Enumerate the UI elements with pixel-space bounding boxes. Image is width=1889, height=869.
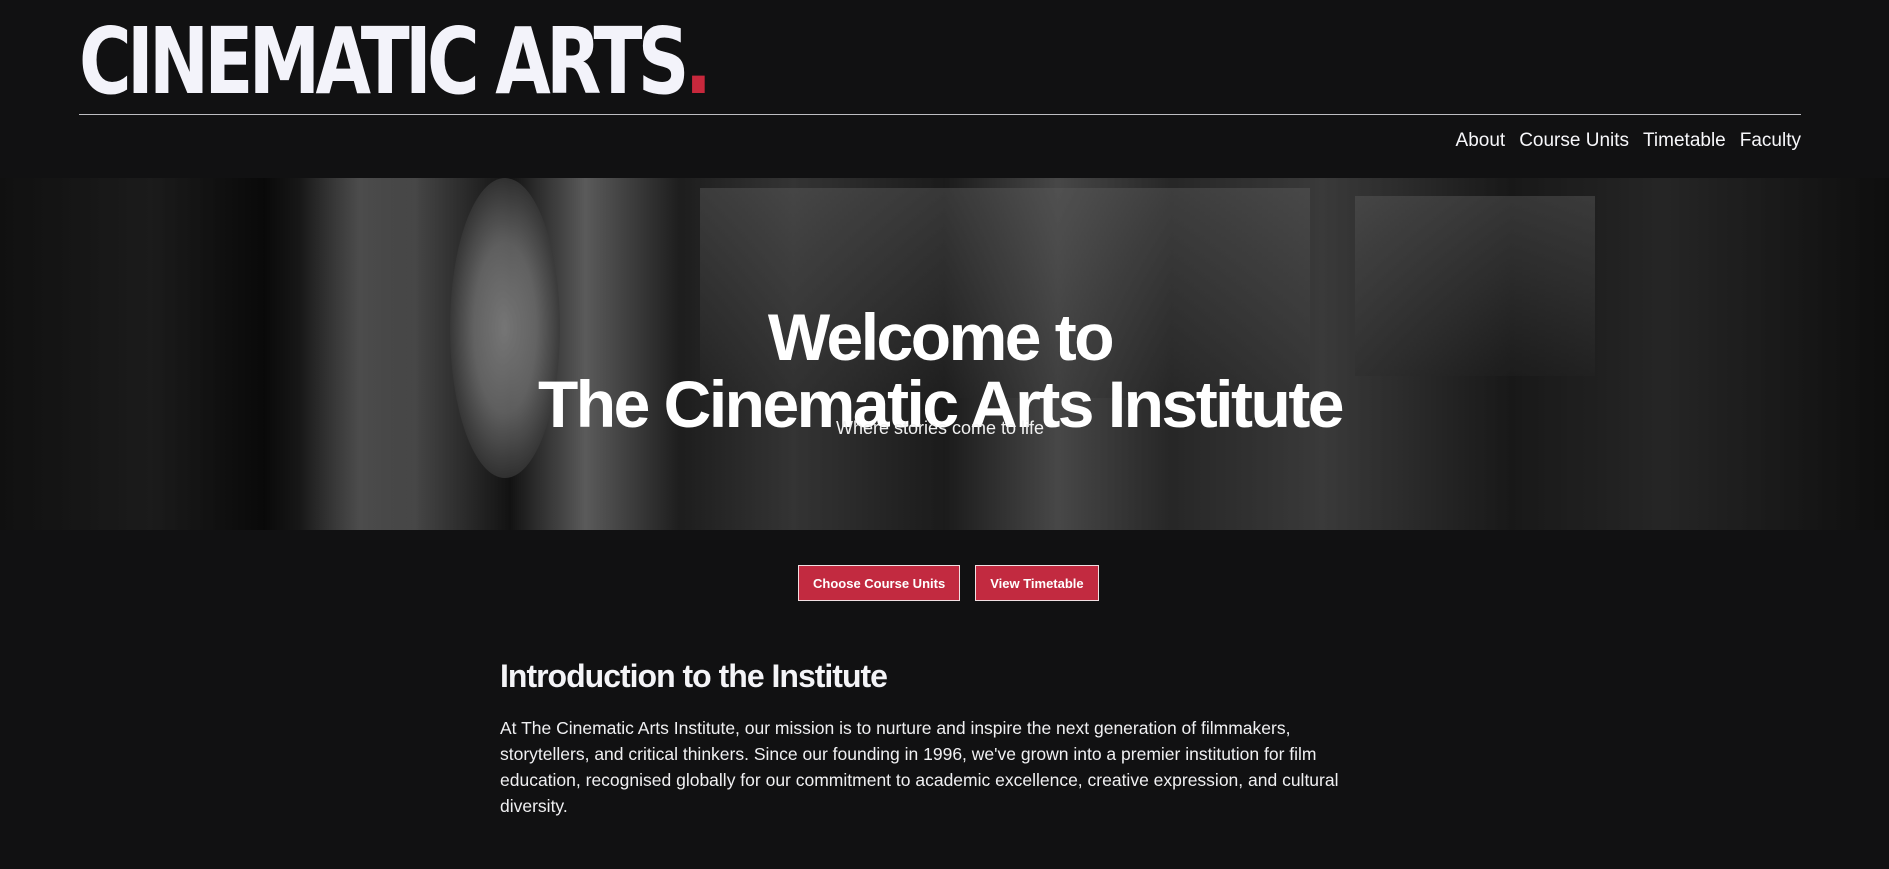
hero-subtitle: Where stories come to life [835, 418, 1045, 438]
intro-section: Introduction to the Institute At The Cin… [500, 658, 1370, 819]
hero-title-line-1: Welcome to [767, 300, 1115, 375]
nav-course-units[interactable]: Course Units [1519, 130, 1629, 152]
logo-dot: . [684, 8, 713, 115]
main-nav: About Course Units Timetable Faculty [1456, 130, 1801, 152]
nav-faculty[interactable]: Faculty [1740, 130, 1801, 152]
nav-timetable[interactable]: Timetable [1643, 130, 1726, 152]
choose-course-units-button[interactable]: Choose Course Units [798, 565, 961, 601]
nav-about[interactable]: About [1456, 130, 1506, 152]
site-logo[interactable]: CINEMATIC ARTS. [79, 16, 712, 108]
cta-buttons: Choose Course Units View Timetable [798, 565, 1099, 601]
site-header: CINEMATIC ARTS. About Course Units Timet… [79, 0, 1801, 178]
hero-banner: Welcome to The Cinematic Arts Institute … [0, 178, 1889, 530]
page: CINEMATIC ARTS. About Course Units Timet… [0, 0, 1889, 869]
intro-paragraph: At The Cinematic Arts Institute, our mis… [500, 718, 1339, 816]
view-timetable-button[interactable]: View Timetable [975, 565, 1099, 601]
header-divider [79, 114, 1801, 115]
logo-text: CINEMATIC ARTS [79, 8, 689, 115]
intro-title: Introduction to the Institute [500, 658, 888, 694]
